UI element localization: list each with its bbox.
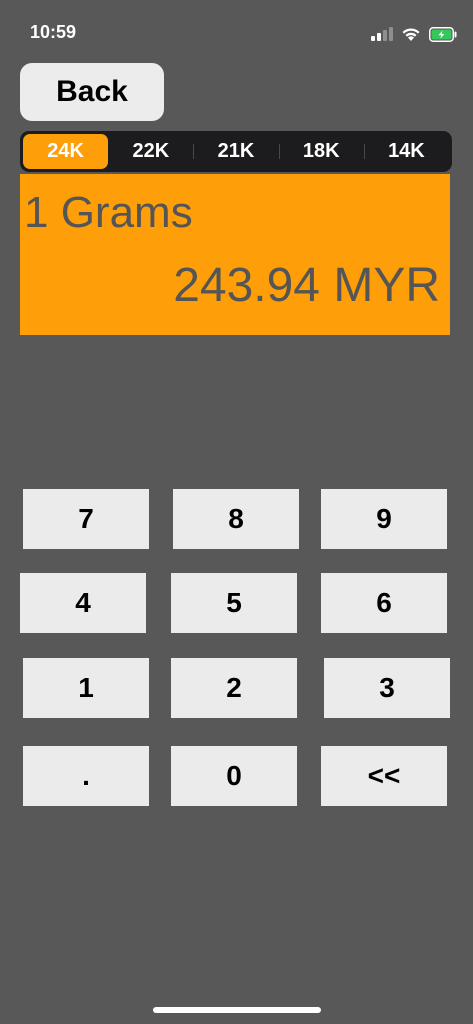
karat-segmented-control: 24K 22K 21K 18K 14K <box>20 131 452 172</box>
karat-option-18k[interactable]: 18K <box>278 134 364 169</box>
result-value: 243.94 MYR <box>173 259 440 312</box>
battery-charging-icon <box>429 26 457 42</box>
key-9[interactable]: 9 <box>321 489 447 549</box>
home-indicator[interactable] <box>153 1007 321 1013</box>
key-4[interactable]: 4 <box>20 573 146 633</box>
status-icons <box>371 24 457 44</box>
key-0[interactable]: 0 <box>171 746 297 806</box>
wifi-icon <box>402 27 420 41</box>
karat-option-22k[interactable]: 22K <box>108 134 193 169</box>
key-3[interactable]: 3 <box>324 658 450 718</box>
karat-option-24k[interactable]: 24K <box>23 134 109 169</box>
karat-option-21k[interactable]: 21K <box>193 134 278 169</box>
key-6[interactable]: 6 <box>321 573 447 633</box>
key-backspace[interactable]: << <box>321 746 447 806</box>
key-2[interactable]: 2 <box>171 658 297 718</box>
key-7[interactable]: 7 <box>23 489 149 549</box>
status-time: 10:59 <box>30 22 77 42</box>
key-8[interactable]: 8 <box>173 489 299 549</box>
key-5[interactable]: 5 <box>171 573 297 633</box>
karat-option-14k[interactable]: 14K <box>363 134 449 169</box>
key-1[interactable]: 1 <box>23 658 149 718</box>
result-panel: 1 Grams 243.94 MYR <box>20 174 450 335</box>
amount-display: 1 Grams <box>24 188 193 237</box>
key-decimal[interactable]: . <box>23 746 149 806</box>
back-button[interactable]: Back <box>20 63 164 121</box>
signal-icon <box>371 27 393 41</box>
